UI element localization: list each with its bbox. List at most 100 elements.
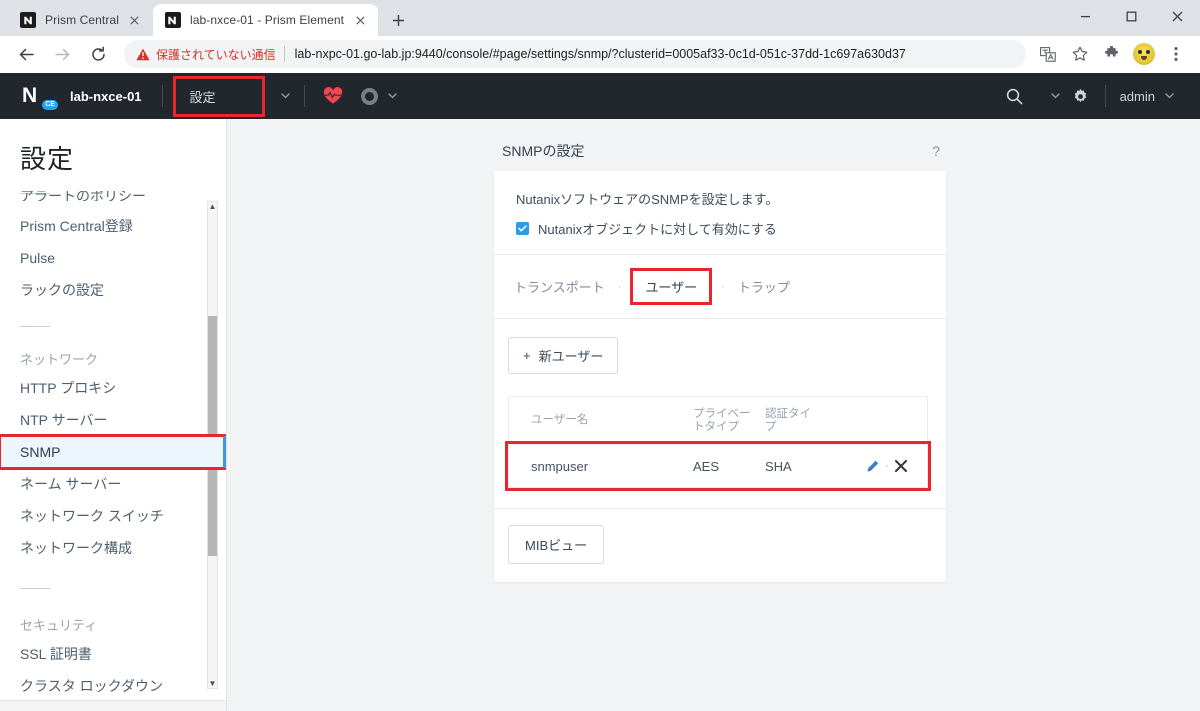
header-divider (161, 85, 163, 107)
mib-view-button[interactable]: MIBビュー (508, 525, 605, 564)
help-icon[interactable]: ? (932, 143, 940, 159)
back-button[interactable] (12, 40, 40, 68)
reload-button[interactable] (84, 40, 112, 68)
chevron-down-icon[interactable] (271, 93, 300, 99)
cluster-name[interactable]: lab-nxce-01 (70, 89, 142, 104)
nutanix-n-icon (20, 12, 36, 28)
new-user-label: 新ユーザー (538, 349, 604, 364)
card-footer: MIBビュー (494, 508, 946, 582)
checkbox-checked-icon[interactable] (516, 222, 529, 235)
logo-ce-badge: CE (42, 100, 58, 110)
scroll-down-arrow-icon[interactable]: ▼ (208, 678, 217, 689)
browser-tab-prism-element[interactable]: lab-nxce-01 - Prism Element (152, 4, 379, 36)
sidebar-item-clipped[interactable]: アラートのポリシー (0, 191, 226, 201)
tab-title: lab-nxce-01 - Prism Element (189, 13, 345, 27)
window-controls (1062, 0, 1200, 36)
not-secure-label: 保護されていない通信 (156, 47, 276, 62)
sidebar-title: 設定 (20, 144, 75, 174)
sidebar-divider (20, 588, 50, 589)
column-header-auth-type: 認証タイ プ (761, 408, 833, 434)
heart-pulse-icon[interactable] (323, 87, 343, 105)
cell-username: snmpuser (531, 458, 589, 474)
sidebar-item-network-switch[interactable]: ネットワーク スイッチ (0, 500, 226, 532)
browser-toolbar: 保護されていない通信 lab-nxpc-01.go-lab.jp:9440/co… (0, 36, 1200, 73)
browser-tabstrip: Prism Central lab-nxce-01 - Prism Elemen… (0, 0, 1200, 36)
tab-separator: · (721, 280, 725, 293)
logo-mark: N (22, 84, 37, 107)
column-header-line1: 認証タイ (765, 407, 811, 420)
sidebar-horizontal-scrollbar[interactable] (0, 700, 226, 711)
ring-icon[interactable] (360, 87, 378, 105)
nutanix-n-icon (164, 12, 181, 28)
chevron-down-icon[interactable] (1047, 93, 1064, 99)
gear-icon[interactable] (1072, 88, 1089, 105)
sidebar-item-cluster-lockdown[interactable]: クラスタ ロックダウン (0, 670, 226, 702)
chevron-down-icon[interactable] (1155, 93, 1184, 99)
plus-icon: + (523, 348, 531, 363)
header-divider (1104, 85, 1106, 107)
bookmark-star-icon[interactable] (1067, 41, 1093, 67)
sidebar-item-http-proxy[interactable]: HTTP プロキシ (0, 372, 226, 404)
forward-button[interactable] (48, 40, 76, 68)
sidebar-item-rack-configuration[interactable]: ラックの設定 (0, 274, 226, 306)
tab-close-icon[interactable] (127, 12, 143, 28)
tab-transport[interactable]: トランスポート (508, 273, 611, 300)
header-divider (303, 85, 305, 107)
sidebar-group-security: セキュリティ (20, 618, 98, 633)
sidebar-item-snmp[interactable]: SNMP (0, 434, 226, 470)
url-text: lab-nxpc-01.go-lab.jp:9440/console/#page… (294, 47, 906, 61)
panel-header: SNMPの設定 ? (494, 141, 946, 171)
page-title: SNMPの設定 (502, 143, 585, 159)
omnibox-divider (283, 46, 285, 62)
main-content: SNMPの設定 ? NutanixソフトウェアのSNMPを設定します。 Nuta… (227, 119, 1200, 711)
cell-auth-type: SHA (765, 458, 792, 474)
snmp-description: NutanixソフトウェアのSNMPを設定します。 (516, 192, 779, 207)
window-minimize-button[interactable] (1062, 0, 1108, 32)
sidebar-item-pulse[interactable]: Pulse (0, 242, 226, 274)
profile-avatar[interactable] (1133, 43, 1155, 65)
search-icon[interactable] (1006, 88, 1023, 105)
column-header-line2: プ (765, 420, 777, 433)
tab-traps[interactable]: トラップ (732, 273, 796, 300)
sidebar-item-name-server[interactable]: ネーム サーバー (0, 468, 226, 500)
snmp-intro-section: NutanixソフトウェアのSNMPを設定します。 Nutanixオブジェクトに… (494, 171, 946, 254)
address-bar[interactable]: 保護されていない通信 lab-nxpc-01.go-lab.jp:9440/co… (124, 40, 1026, 68)
chrome-menu-icon[interactable] (1163, 41, 1189, 67)
users-tab-content: + 新ユーザー ユーザー名 プライベー トタイプ 認証タイ プ snmpuser… (494, 319, 946, 491)
extensions-puzzle-icon[interactable] (1099, 41, 1125, 67)
column-header-username: ユーザー名 (531, 414, 589, 426)
sidebar-item-ssl-certificate[interactable]: SSL 証明書 (0, 638, 226, 670)
tab-users[interactable]: ユーザー (630, 268, 713, 305)
tab-close-icon[interactable] (352, 12, 368, 28)
new-tab-button[interactable] (384, 6, 412, 34)
new-user-button[interactable]: + 新ユーザー (508, 337, 619, 374)
scroll-up-arrow-icon[interactable]: ▲ (208, 201, 217, 212)
enable-snmp-checkbox-row[interactable]: Nutanixオブジェクトに対して有効にする (516, 219, 926, 238)
prism-element-app: N CE lab-nxce-01 設定 admin 設定 アラートのポリシー P… (0, 73, 1200, 711)
window-maximize-button[interactable] (1108, 0, 1154, 32)
sidebar-item-ntp-server[interactable]: NTP サーバー (0, 404, 226, 436)
close-x-icon[interactable] (895, 460, 907, 472)
sidebar-group-network: ネットワーク (20, 352, 99, 367)
browser-tab-prism-central[interactable]: Prism Central (8, 4, 153, 36)
translate-icon[interactable] (1035, 41, 1061, 67)
pencil-icon[interactable] (866, 460, 879, 473)
settings-menu-button[interactable]: 設定 (172, 75, 265, 117)
cell-private-type: AES (693, 458, 720, 474)
column-header-line1: プライベー (693, 407, 751, 420)
cell-actions: · (833, 460, 927, 473)
enable-snmp-label: Nutanixオブジェクトに対して有効にする (538, 222, 777, 237)
snmp-settings-panel: SNMPの設定 ? NutanixソフトウェアのSNMPを設定します。 Nuta… (494, 141, 946, 582)
nutanix-logo[interactable]: N CE (22, 84, 58, 110)
window-close-button[interactable] (1154, 0, 1200, 32)
chevron-down-icon[interactable] (378, 93, 407, 99)
tab-separator: · (617, 280, 622, 293)
not-secure-warning-icon (136, 48, 150, 61)
tab-title: Prism Central (45, 13, 119, 27)
action-separator: · (885, 460, 889, 472)
sidebar-item-network-configuration[interactable]: ネットワーク構成 (0, 532, 226, 564)
column-header-private-type: プライベー トタイプ (689, 408, 761, 434)
table-row[interactable]: snmpuser AES SHA · (509, 445, 927, 487)
sidebar-item-prism-central-registration[interactable]: Prism Central登録 (0, 210, 226, 242)
user-menu-label[interactable]: admin (1120, 89, 1155, 104)
